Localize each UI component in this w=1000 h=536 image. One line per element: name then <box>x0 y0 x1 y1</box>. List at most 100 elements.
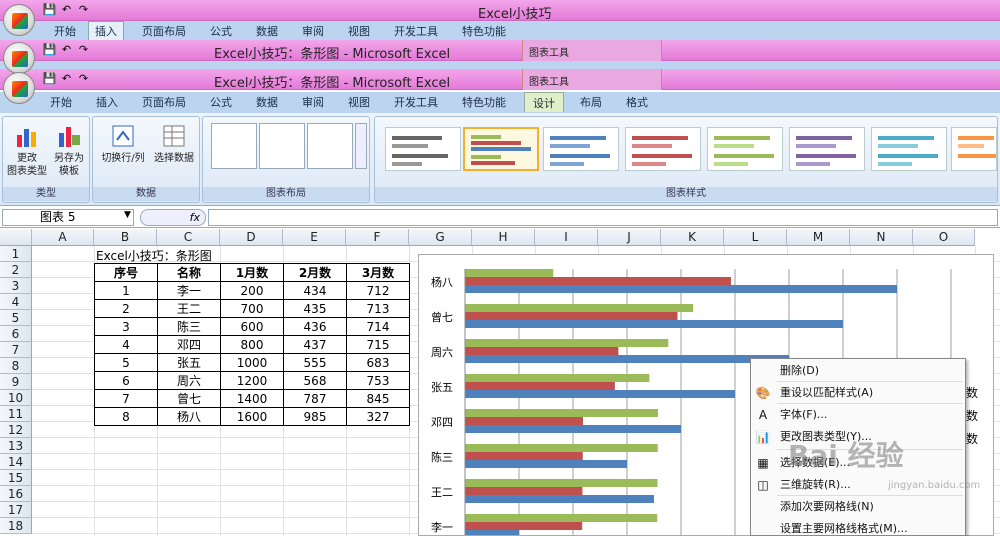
row-header-5[interactable]: 5 <box>0 310 32 326</box>
header-cell[interactable]: 序号 <box>94 263 158 282</box>
column-header-g[interactable]: G <box>409 229 472 246</box>
style-thumbnail-5[interactable] <box>707 127 783 171</box>
table-cell[interactable]: 327 <box>346 407 410 426</box>
row-header-1[interactable]: 1 <box>0 246 32 262</box>
table-cell[interactable]: 200 <box>220 281 284 300</box>
bar-3[interactable] <box>465 479 658 487</box>
bar-2[interactable] <box>465 522 583 530</box>
table-cell[interactable]: 800 <box>220 335 284 354</box>
context-menu-item-8[interactable]: 设置主要网格线格式(M)... <box>751 518 965 536</box>
column-header-m[interactable]: M <box>787 229 850 246</box>
tab-developer[interactable]: 开发工具 <box>394 23 438 39</box>
table-cell[interactable]: 434 <box>283 281 347 300</box>
name-box[interactable]: 图表 5 <box>2 209 134 226</box>
table-cell[interactable]: 4 <box>94 335 158 354</box>
tab-page-layout[interactable]: 页面布局 <box>142 23 186 39</box>
row-header-17[interactable]: 17 <box>0 502 32 518</box>
table-cell[interactable]: 435 <box>283 299 347 318</box>
tab-formulas[interactable]: 公式 <box>210 23 232 39</box>
redo-icon[interactable]: ↷ <box>76 2 91 17</box>
style-thumbnail-4[interactable] <box>625 127 701 171</box>
column-header-i[interactable]: I <box>535 229 598 246</box>
table-cell[interactable]: 5 <box>94 353 158 372</box>
save-icon[interactable]: 💾 <box>42 42 57 57</box>
bar-2[interactable] <box>465 382 615 390</box>
table-cell[interactable]: 王二 <box>157 299 221 318</box>
bar-2[interactable] <box>465 347 619 355</box>
row-header-8[interactable]: 8 <box>0 358 32 374</box>
layout-thumbnail-3[interactable] <box>307 123 353 169</box>
row-header-18[interactable]: 18 <box>0 518 32 534</box>
style-thumbnail-8[interactable] <box>951 127 997 171</box>
row-header-14[interactable]: 14 <box>0 454 32 470</box>
undo-icon[interactable]: ↶ <box>59 71 74 86</box>
column-header-b[interactable]: B <box>94 229 157 246</box>
bar-1[interactable] <box>465 355 789 363</box>
undo-icon[interactable]: ↶ <box>59 42 74 57</box>
select-data-button[interactable]: 选择数据 <box>149 123 199 165</box>
office-button[interactable] <box>3 4 35 36</box>
bar-2[interactable] <box>465 417 583 425</box>
bar-1[interactable] <box>465 530 519 536</box>
tab-developer[interactable]: 开发工具 <box>394 94 438 110</box>
tab-insert[interactable]: 插入 <box>88 21 124 41</box>
tab-home[interactable]: 开始 <box>54 23 76 39</box>
row-header-2[interactable]: 2 <box>0 262 32 278</box>
table-cell[interactable]: 437 <box>283 335 347 354</box>
table-cell[interactable]: 8 <box>94 407 158 426</box>
bar-3[interactable] <box>465 269 554 277</box>
header-cell[interactable]: 1月数 <box>220 263 284 282</box>
column-header-h[interactable]: H <box>472 229 535 246</box>
office-button[interactable] <box>3 72 35 104</box>
table-cell[interactable]: 1 <box>94 281 158 300</box>
context-menu-item-2[interactable]: 🎨 重设以匹配样式(A) <box>751 382 965 404</box>
undo-icon[interactable]: ↶ <box>59 2 74 17</box>
layout-thumbnail-1[interactable] <box>211 123 257 169</box>
bar-3[interactable] <box>465 304 694 312</box>
style-thumbnail-6[interactable] <box>789 127 865 171</box>
style-thumbnail-1[interactable] <box>385 127 461 171</box>
layout-thumbnail-2[interactable] <box>259 123 305 169</box>
save-as-template-button[interactable]: 另存为 模板 <box>49 123 89 178</box>
tab-review[interactable]: 审阅 <box>302 94 324 110</box>
table-cell[interactable]: 周六 <box>157 371 221 390</box>
row-header-16[interactable]: 16 <box>0 486 32 502</box>
bar-3[interactable] <box>465 339 669 347</box>
row-header-4[interactable]: 4 <box>0 294 32 310</box>
table-cell[interactable]: 555 <box>283 353 347 372</box>
tab-features[interactable]: 特色功能 <box>462 23 506 39</box>
table-cell[interactable]: 700 <box>220 299 284 318</box>
switch-row-column-button[interactable]: 切换行/列 <box>97 123 149 165</box>
table-cell[interactable]: 715 <box>346 335 410 354</box>
table-cell[interactable]: 张五 <box>157 353 221 372</box>
table-cell[interactable]: 李一 <box>157 281 221 300</box>
tab-home[interactable]: 开始 <box>50 94 72 110</box>
sheet-title-cell[interactable]: Excel小技巧：条形图 <box>96 248 212 264</box>
tab-design[interactable]: 设计 <box>524 92 564 112</box>
table-cell[interactable]: 985 <box>283 407 347 426</box>
bar-3[interactable] <box>465 514 658 522</box>
bar-1[interactable] <box>465 390 735 398</box>
style-thumbnail-2-selected[interactable] <box>463 127 539 171</box>
insert-function-button[interactable]: fx <box>140 209 206 226</box>
save-icon[interactable]: 💾 <box>42 2 57 17</box>
bar-2[interactable] <box>465 312 678 320</box>
column-header-f[interactable]: F <box>346 229 409 246</box>
bar-3[interactable] <box>465 409 659 417</box>
bar-1[interactable] <box>465 285 897 293</box>
header-cell[interactable]: 2月数 <box>283 263 347 282</box>
tab-data[interactable]: 数据 <box>256 23 278 39</box>
row-header-12[interactable]: 12 <box>0 422 32 438</box>
table-cell[interactable]: 600 <box>220 317 284 336</box>
tab-page-layout[interactable]: 页面布局 <box>142 94 186 110</box>
table-cell[interactable]: 753 <box>346 371 410 390</box>
context-menu-item-7[interactable]: 添加次要网格线(N) <box>751 496 965 518</box>
table-cell[interactable]: 1200 <box>220 371 284 390</box>
bar-1[interactable] <box>465 320 843 328</box>
row-header-13[interactable]: 13 <box>0 438 32 454</box>
column-header-j[interactable]: J <box>598 229 661 246</box>
row-header-11[interactable]: 11 <box>0 406 32 422</box>
context-menu-item-3[interactable]: A 字体(F)... <box>751 404 965 426</box>
tab-view[interactable]: 视图 <box>348 23 370 39</box>
column-header-c[interactable]: C <box>157 229 220 246</box>
